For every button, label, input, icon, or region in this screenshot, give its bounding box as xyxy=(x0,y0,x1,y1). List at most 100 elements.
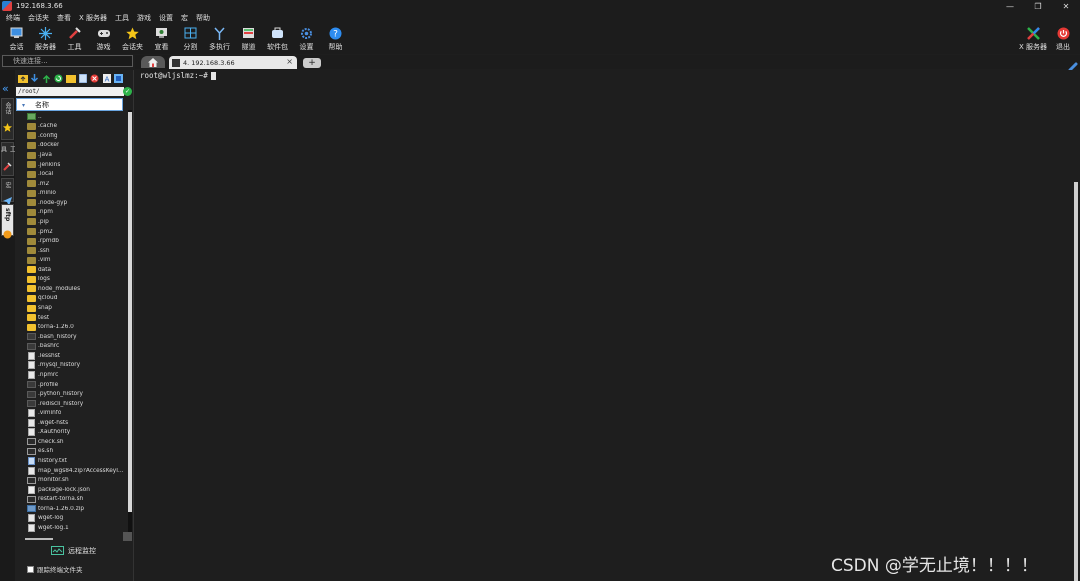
file-row[interactable]: .. xyxy=(27,112,127,122)
file-row[interactable]: history.txt xyxy=(27,456,127,466)
menu-games[interactable]: 游戏 xyxy=(133,13,155,23)
menu-macros[interactable]: 宏 xyxy=(177,13,192,23)
sftp-delete-icon[interactable] xyxy=(89,73,100,84)
minimize-button[interactable]: — xyxy=(996,0,1024,12)
file-row[interactable]: .pip xyxy=(27,217,127,227)
collapse-sidebar-icon[interactable]: « xyxy=(2,82,9,95)
file-row[interactable]: snap xyxy=(27,303,127,313)
file-row[interactable]: .rpmdb xyxy=(27,236,127,246)
vtab-macros[interactable]: 宏 xyxy=(1,178,14,206)
file-row[interactable]: .viminfo xyxy=(27,408,127,418)
vtab-sftp[interactable]: sftp xyxy=(1,204,14,239)
toolbar-multiexec-button[interactable]: 多执行 xyxy=(205,24,234,54)
remote-monitor-button[interactable]: 远程监控 xyxy=(51,545,96,557)
file-list-horizontal-scrollbar[interactable] xyxy=(25,538,53,540)
home-tab[interactable] xyxy=(141,56,165,68)
file-row[interactable]: .wget-hsts xyxy=(27,418,127,428)
toolbar-x-server-button[interactable]: X 服务器 xyxy=(1018,24,1048,54)
attach-icon[interactable] xyxy=(1068,57,1078,72)
new-tab-button[interactable]: + xyxy=(303,58,321,68)
terminal-area[interactable]: root@wljslmz:~# xyxy=(136,70,1073,581)
file-row[interactable]: .bash_history xyxy=(27,332,127,342)
file-row[interactable]: .ssh xyxy=(27,246,127,256)
file-row[interactable]: torna-1.26.0 xyxy=(27,322,127,332)
restore-button[interactable]: ❐ xyxy=(1024,0,1052,12)
file-row[interactable]: restart-torna.sh xyxy=(27,495,127,505)
file-row[interactable]: test xyxy=(27,313,127,323)
tab-session-192-168-3-66[interactable]: 4. 192.168.3.66 × xyxy=(169,56,297,69)
file-row[interactable]: .python_history xyxy=(27,389,127,399)
file-row[interactable]: .minio xyxy=(27,189,127,199)
file-row[interactable]: .local xyxy=(27,169,127,179)
close-tab-icon[interactable]: × xyxy=(286,57,293,66)
menu-settings[interactable]: 设置 xyxy=(155,13,177,23)
file-row[interactable]: data xyxy=(27,265,127,275)
menu-x-server[interactable]: X 服务器 xyxy=(75,13,111,23)
toolbar-favorites-button[interactable]: 会话夹 xyxy=(118,24,147,54)
file-row[interactable]: .rediscli_history xyxy=(27,399,127,409)
file-row[interactable]: map_wgs84.zip?AccessKeyId... xyxy=(27,466,127,476)
sftp-up-folder-icon[interactable] xyxy=(17,73,28,84)
file-row[interactable]: .bashrc xyxy=(27,342,127,352)
file-row[interactable]: torna-1.26.0.zip xyxy=(27,504,127,514)
menu-help[interactable]: 帮助 xyxy=(192,13,214,23)
toolbar-exit-button[interactable]: 退出 xyxy=(1048,24,1078,54)
menu-tools[interactable]: 工具 xyxy=(111,13,133,23)
menu-terminal[interactable]: 终端 xyxy=(2,13,24,23)
file-row[interactable]: .pm2 xyxy=(27,227,127,237)
sftp-path-input[interactable]: /root/ xyxy=(16,87,124,96)
file-row[interactable]: .Xauthority xyxy=(27,428,127,438)
file-row[interactable]: .node-gyp xyxy=(27,198,127,208)
close-window-button[interactable]: ✕ xyxy=(1052,0,1080,12)
toolbar-session-button[interactable]: 会话 xyxy=(2,24,31,54)
file-row[interactable]: es.sh xyxy=(27,447,127,457)
file-row[interactable]: package-lock.json xyxy=(27,485,127,495)
sftp-upload-icon[interactable] xyxy=(41,73,52,84)
follow-terminal-folder-row[interactable]: 跟踪终端文件夹 xyxy=(27,564,83,574)
file-row[interactable]: wget-log.1 xyxy=(27,523,127,533)
file-row[interactable]: .npmrc xyxy=(27,370,127,380)
terminal-scrollbar-thumb[interactable] xyxy=(1074,182,1078,581)
scrollbar-thumb[interactable] xyxy=(128,112,132,512)
sftp-refresh-icon[interactable] xyxy=(53,73,64,84)
file-row[interactable]: monitor.sh xyxy=(27,475,127,485)
sftp-rename-icon[interactable]: A xyxy=(101,73,112,84)
toolbar-settings-button[interactable]: 设置 xyxy=(292,24,321,54)
sftp-properties-icon[interactable] xyxy=(113,73,124,84)
toolbar-split-button[interactable]: 分割 xyxy=(176,24,205,54)
file-row[interactable]: node_modules xyxy=(27,284,127,294)
file-row[interactable]: logs xyxy=(27,275,127,285)
toolbar-tools-button[interactable]: 工具 xyxy=(60,24,89,54)
sftp-new-folder-icon[interactable] xyxy=(65,73,76,84)
file-row[interactable]: .java xyxy=(27,150,127,160)
file-row[interactable]: .config xyxy=(27,131,127,141)
file-row[interactable]: .docker xyxy=(27,141,127,151)
file-row[interactable]: .jenkins xyxy=(27,160,127,170)
path-ok-icon[interactable]: ✓ xyxy=(123,87,132,96)
file-list-vertical-scrollbar[interactable] xyxy=(128,110,132,538)
toolbar-view-button[interactable]: 宣看 xyxy=(147,24,176,54)
file-row[interactable]: .profile xyxy=(27,380,127,390)
toolbar-servers-button[interactable]: 服务器 xyxy=(31,24,60,54)
toolbar-help-button[interactable]: ? 帮助 xyxy=(321,24,350,54)
file-row[interactable]: check.sh xyxy=(27,437,127,447)
file-row[interactable]: .mysql_history xyxy=(27,361,127,371)
file-row[interactable]: qcloud xyxy=(27,294,127,304)
quick-connect-input[interactable]: 快速连接... xyxy=(2,55,133,67)
file-row[interactable]: .cache xyxy=(27,122,127,132)
vtab-tools[interactable]: 工具 xyxy=(0,142,16,176)
file-row[interactable]: wget-log xyxy=(27,514,127,524)
terminal-scrollbar[interactable] xyxy=(1073,70,1080,581)
file-row[interactable]: .vim xyxy=(27,255,127,265)
column-header-name[interactable]: ▾ 名称 xyxy=(16,98,123,111)
vtab-sessions[interactable]: 会话 xyxy=(1,98,14,140)
sftp-new-file-icon[interactable] xyxy=(77,73,88,84)
file-row[interactable]: .lesshst xyxy=(27,351,127,361)
menu-sessions[interactable]: 会话夹 xyxy=(24,13,53,23)
toolbar-packages-button[interactable]: 软件包 xyxy=(263,24,292,54)
toolbar-games-button[interactable]: 游戏 xyxy=(89,24,118,54)
file-row[interactable]: .npm xyxy=(27,208,127,218)
menu-view[interactable]: 查看 xyxy=(53,13,75,23)
toolbar-tunnel-button[interactable]: 隧道 xyxy=(234,24,263,54)
sftp-download-icon[interactable] xyxy=(29,73,40,84)
